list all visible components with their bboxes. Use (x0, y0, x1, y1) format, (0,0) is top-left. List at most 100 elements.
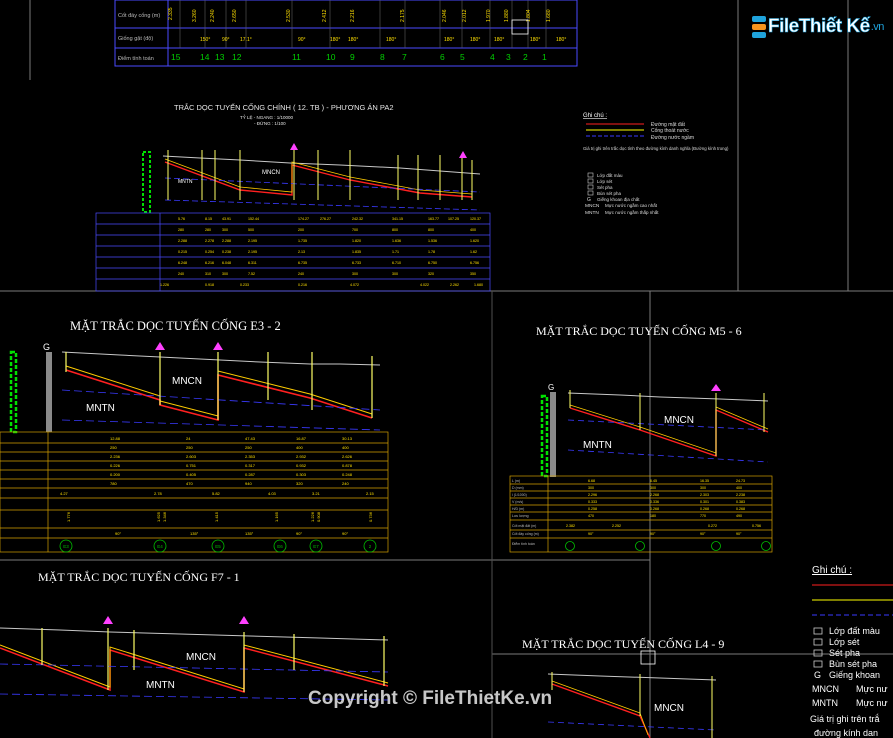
svg-text:350: 350 (470, 272, 476, 276)
svg-text:770: 770 (700, 514, 706, 518)
point-label: 4 (490, 52, 495, 62)
svg-text:2.78: 2.78 (154, 491, 163, 496)
svg-text:90°: 90° (222, 37, 230, 43)
point-label: 14 (200, 52, 210, 62)
svg-text:4.03: 4.03 (268, 491, 277, 496)
svg-text:0.216: 0.216 (298, 283, 307, 287)
svg-text:6.248: 6.248 (178, 261, 187, 265)
logo-text: FileThiết Kế (768, 16, 871, 38)
svg-text:280: 280 (178, 228, 184, 232)
svg-text:300: 300 (352, 272, 358, 276)
profile-f7-title: MẶT TRẮC DỌC TUYẾN CỐNG F7 - 1 (38, 569, 240, 584)
cad-drawing-canvas[interactable]: 2.335 3.260 2.240 2.650 2.530 2.412 2.21… (0, 0, 893, 738)
svg-text:2.288: 2.288 (222, 239, 231, 243)
svg-text:3.260: 3.260 (192, 9, 198, 22)
svg-text:800: 800 (392, 228, 398, 232)
svg-text:180°: 180° (386, 37, 396, 43)
svg-text:135°: 135° (190, 531, 199, 536)
svg-text:2.603: 2.603 (186, 454, 197, 459)
svg-text:341.15: 341.15 (392, 217, 403, 221)
svg-text:400: 400 (736, 486, 742, 490)
svg-text:180°: 180° (556, 37, 566, 43)
svg-text:1.636: 1.636 (392, 239, 401, 243)
legend-small: Ghi chú : Đường mặt đất Cống thoát nước … (583, 113, 729, 216)
svg-text:1.78: 1.78 (428, 250, 435, 254)
svg-text:30.13: 30.13 (342, 436, 353, 441)
point-label: 1 (542, 52, 547, 62)
svg-text:1.970: 1.970 (486, 9, 492, 22)
svg-text:2.175: 2.175 (400, 9, 406, 22)
point-label: 11 (292, 52, 301, 62)
svg-text:2.268: 2.268 (650, 493, 659, 497)
svg-text:0.932: 0.932 (296, 463, 307, 468)
svg-text:16.87: 16.87 (296, 436, 307, 441)
svg-text:250: 250 (245, 445, 252, 450)
e3-node: E7 (313, 544, 319, 549)
svg-text:2.195: 2.195 (248, 239, 257, 243)
svg-text:H/D (m): H/D (m) (512, 507, 524, 511)
e3-node: E3 (63, 544, 69, 549)
legend-large: Ghi chú : Lớp đất màu Lớp sét Sét pha Bù… (810, 565, 893, 738)
svg-text:700: 700 (352, 228, 358, 232)
point-label: 5 (460, 52, 465, 62)
svg-text:940: 940 (245, 481, 252, 486)
svg-text:Cốt mặt đất (m): Cốt mặt đất (m) (512, 524, 536, 528)
svg-text:276.27: 276.27 (320, 217, 331, 221)
svg-text:24: 24 (186, 436, 191, 441)
svg-text:2.012: 2.012 (462, 9, 468, 22)
svg-text:0.908: 0.908 (316, 511, 321, 522)
profile-m5-title: MẶT TRẮC DỌC TUYẾN CỐNG M5 - 6 (536, 323, 742, 338)
f7-mncn: MNCN (186, 652, 216, 663)
svg-text:47.43: 47.43 (245, 436, 256, 441)
main-profile-title: TRẮC DỌC TUYẾN CỐNG CHÍNH ( 12. TB ) - P… (174, 102, 394, 112)
svg-text:i (1/1000): i (1/1000) (512, 493, 527, 497)
m5-row-labels: L (m) D (mm) i (1/1000) V (m/s) H/D (m) Lưu … (512, 479, 539, 546)
main-profile: TRẮC DỌC TUYẾN CỐNG CHÍNH ( 12. TB ) - P… (95, 102, 491, 292)
svg-text:400: 400 (342, 445, 349, 450)
legend-small-line-3: Đường nước ngầm (651, 135, 694, 141)
svg-text:240: 240 (178, 272, 184, 276)
svg-text:Lưu lượng: Lưu lượng (512, 514, 529, 518)
svg-text:2.303: 2.303 (700, 493, 709, 497)
e3-node: 2 (369, 544, 372, 549)
legend-large-title: Ghi chú : (812, 565, 852, 576)
point-label: 8 (380, 52, 385, 62)
svg-text:6.750: 6.750 (428, 261, 437, 265)
m5-table (509, 475, 773, 553)
profile-e3-title: MẶT TRẮC DỌC TUYẾN CỐNG E3 - 2 (70, 318, 281, 333)
svg-text:242.32: 242.32 (352, 217, 363, 221)
svg-text:250: 250 (110, 445, 117, 450)
svg-text:1.880: 1.880 (504, 9, 510, 22)
top-table: 2.335 3.260 2.240 2.650 2.530 2.412 2.21… (114, 0, 578, 67)
svg-text:L (m): L (m) (512, 479, 520, 483)
legend-small-soil-3: Sét pha (597, 185, 613, 190)
svg-text:1.835: 1.835 (352, 250, 361, 254)
svg-text:1.536: 1.536 (428, 239, 437, 243)
svg-text:6.756: 6.756 (470, 261, 479, 265)
svg-text:0.238: 0.238 (222, 250, 231, 254)
svg-text:2.288: 2.288 (178, 239, 187, 243)
borehole-column (142, 151, 151, 213)
legend-small-soil-4: Bùn sét pha (597, 191, 622, 196)
svg-text:250: 250 (186, 445, 193, 450)
point-label: 9 (350, 52, 355, 62)
e3-ground (61, 351, 381, 366)
legend-small-soil-2: Lớp sét (597, 179, 613, 184)
svg-text:300: 300 (588, 486, 594, 490)
main-profile-scale-2: - ĐỨNG : 1/100 (254, 120, 286, 126)
svg-text:1.625: 1.625 (156, 511, 161, 522)
svg-text:0.383: 0.383 (736, 500, 745, 504)
svg-text:163.77: 163.77 (428, 217, 439, 221)
svg-text:0.268: 0.268 (650, 507, 659, 511)
svg-text:6.68: 6.68 (588, 479, 595, 483)
m5-borehole (550, 392, 556, 477)
svg-text:6.735: 6.735 (298, 261, 307, 265)
manholes-main (167, 150, 473, 200)
point-label: 3 (506, 52, 511, 62)
svg-text:300: 300 (392, 272, 398, 276)
svg-text:5.76: 5.76 (178, 217, 185, 221)
svg-text:2.412: 2.412 (322, 9, 328, 22)
legend-large-sym-2-text: Mực nư (856, 698, 888, 708)
brand-logo[interactable]: FileThiết Kế .vn (752, 12, 884, 42)
svg-text:2.236: 2.236 (110, 454, 121, 459)
